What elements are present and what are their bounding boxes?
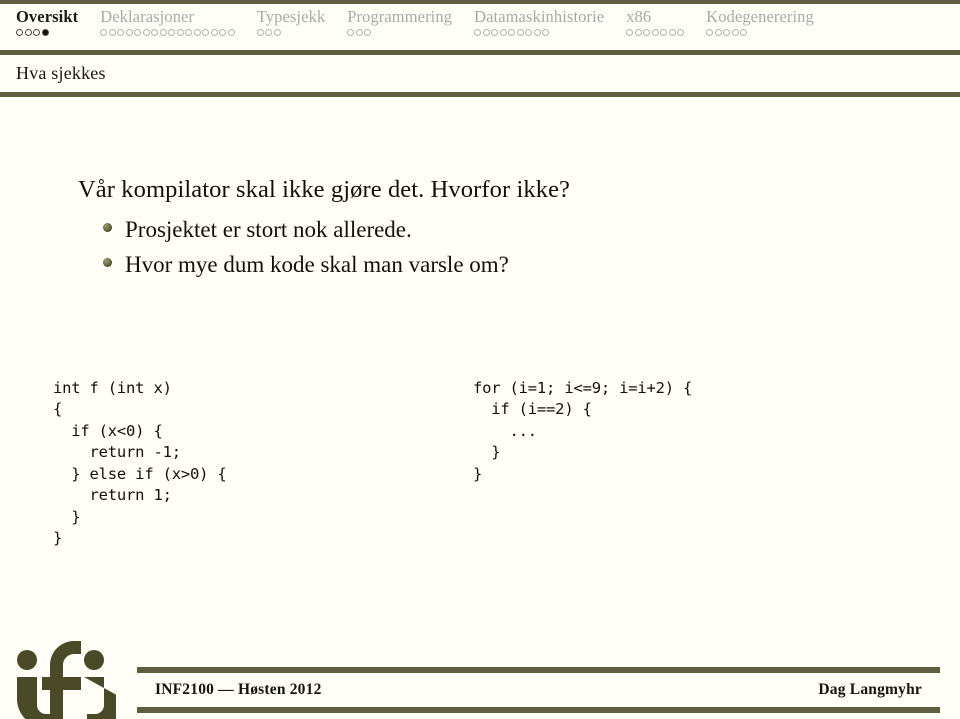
code-area: int f (int x) { if (x<0) { return -1; } … [0,362,960,565]
nav-dot[interactable] [108,29,116,36]
nav-section-label: Kodegenerering [706,7,814,26]
bullet-sphere-icon [103,257,112,267]
nav-dot[interactable] [219,29,227,36]
footer-author-label: Dag Langmyhr [818,681,922,698]
nav-dot[interactable] [227,29,235,36]
nav-dot[interactable] [533,29,541,36]
footer-text-row: INF2100 — Høsten 2012 Dag Langmyhr [137,673,940,707]
subtitle-bar: Hva sjekkes [0,55,960,92]
bullet-text: Hvor mye dum kode skal man varsle om? [125,251,509,277]
nav-section-label: Oversikt [16,7,79,26]
slide-footer: INF2100 — Høsten 2012 Dag Langmyhr [0,623,960,719]
nav-dot[interactable] [355,29,363,36]
nav-section-dots [706,29,748,36]
nav-dot[interactable] [168,29,176,36]
nav-dot[interactable] [474,29,482,36]
bullet-item: Hvor mye dum kode skal man varsle om? [78,253,920,276]
nav-section-oversikt[interactable]: Oversikt [16,7,78,36]
nav-dot[interactable] [723,29,731,36]
nav-dot[interactable] [525,29,533,36]
nav-dot[interactable] [256,29,264,36]
bullet-text: Prosjektet er stort nok allerede. [125,216,412,242]
nav-dot[interactable] [185,29,193,36]
nav-dot[interactable] [668,29,676,36]
nav-section-programmering[interactable]: Programmering [347,7,452,36]
nav-section-dots [474,29,550,36]
nav-section-dots [626,29,685,36]
nav-dot[interactable] [364,29,372,36]
nav-section-label: Datamaskinhistorie [474,7,605,26]
nav-dot[interactable] [117,29,125,36]
nav-section-dots [100,29,235,36]
nav-section-x86[interactable]: x86 [626,7,685,36]
nav-dot[interactable] [660,29,668,36]
nav-dot[interactable] [193,29,201,36]
nav-dot[interactable] [706,29,714,36]
nav-dot[interactable] [125,29,133,36]
footer-bottom-rule [137,707,940,713]
bullet-list: Prosjektet er stort nok allerede. Hvor my… [78,218,920,276]
nav-dot[interactable] [16,29,23,36]
nav-dot[interactable] [142,29,150,36]
bullet-sphere-icon [103,222,112,232]
navigation-bar: Oversikt Deklarasjoner Typesjekk Programmer… [0,4,960,50]
subtitle-text: Hva sjekkes [16,63,106,83]
nav-dot[interactable] [151,29,159,36]
nav-section-dots [16,29,49,36]
nav-dot[interactable] [134,29,142,36]
nav-section-label: Deklarasjoner [100,7,195,26]
nav-dot[interactable] [33,29,40,36]
nav-dot[interactable] [265,29,273,36]
nav-dot[interactable] [714,29,722,36]
nav-dot[interactable] [677,29,685,36]
content-block: Vår kompilator skal ikke gjøre det. Hvor… [78,175,920,276]
nav-dot[interactable] [202,29,210,36]
nav-dot[interactable] [210,29,218,36]
nav-dot[interactable] [159,29,167,36]
nav-section-dots [256,29,281,36]
footer-bar: INF2100 — Høsten 2012 Dag Langmyhr [137,667,940,713]
nav-section-label: Programmering [347,7,453,26]
nav-dot[interactable] [482,29,490,36]
nav-dot[interactable] [542,29,550,36]
nav-dot[interactable] [643,29,651,36]
nav-dot-current[interactable] [41,29,49,36]
nav-section-label: x86 [626,7,652,26]
footer-course-label: INF2100 — Høsten 2012 [155,681,322,698]
nav-dot[interactable] [24,29,32,36]
nav-dot[interactable] [740,29,748,36]
nav-section-deklarasjoner[interactable]: Deklarasjoner [100,7,235,36]
lead-statement: Vår kompilator skal ikke gjøre det. Hvor… [78,176,571,203]
nav-dot[interactable] [508,29,516,36]
nav-dot[interactable] [100,29,108,36]
nav-dot[interactable] [516,29,524,36]
ifi-logo [16,641,116,719]
nav-section-label: Typesjekk [256,7,326,26]
bullet-item: Prosjektet er stort nok allerede. [78,218,920,241]
nav-dot[interactable] [634,29,642,36]
nav-dot[interactable] [491,29,499,36]
nav-dot[interactable] [273,29,281,36]
nav-dot[interactable] [626,29,634,36]
nav-section-datamaskinhistorie[interactable]: Datamaskinhistorie [474,7,604,36]
nav-dot[interactable] [499,29,507,36]
nav-dot[interactable] [347,29,355,36]
ifi-logo-icon [17,641,116,719]
nav-dot[interactable] [176,29,184,36]
slide-header: Oversikt Deklarasjoner Typesjekk Programmer… [0,0,960,97]
navigation-sections: Oversikt Deklarasjoner Typesjekk Programmer… [0,4,960,36]
code-block-right: for (i=1; i<=9; i=i+2) { if (i==2) { ...… [473,378,693,483]
code-block-left: int f (int x) { if (x<0) { return -1; } … [53,378,227,548]
nav-section-kodegenerering[interactable]: Kodegenerering [706,7,814,36]
nav-dot[interactable] [731,29,739,36]
slide-body: Vår kompilator skal ikke gjøre det. Hvor… [0,97,960,623]
nav-dot[interactable] [651,29,659,36]
nav-section-dots [347,29,372,36]
nav-section-typesjekk[interactable]: Typesjekk [256,7,326,36]
